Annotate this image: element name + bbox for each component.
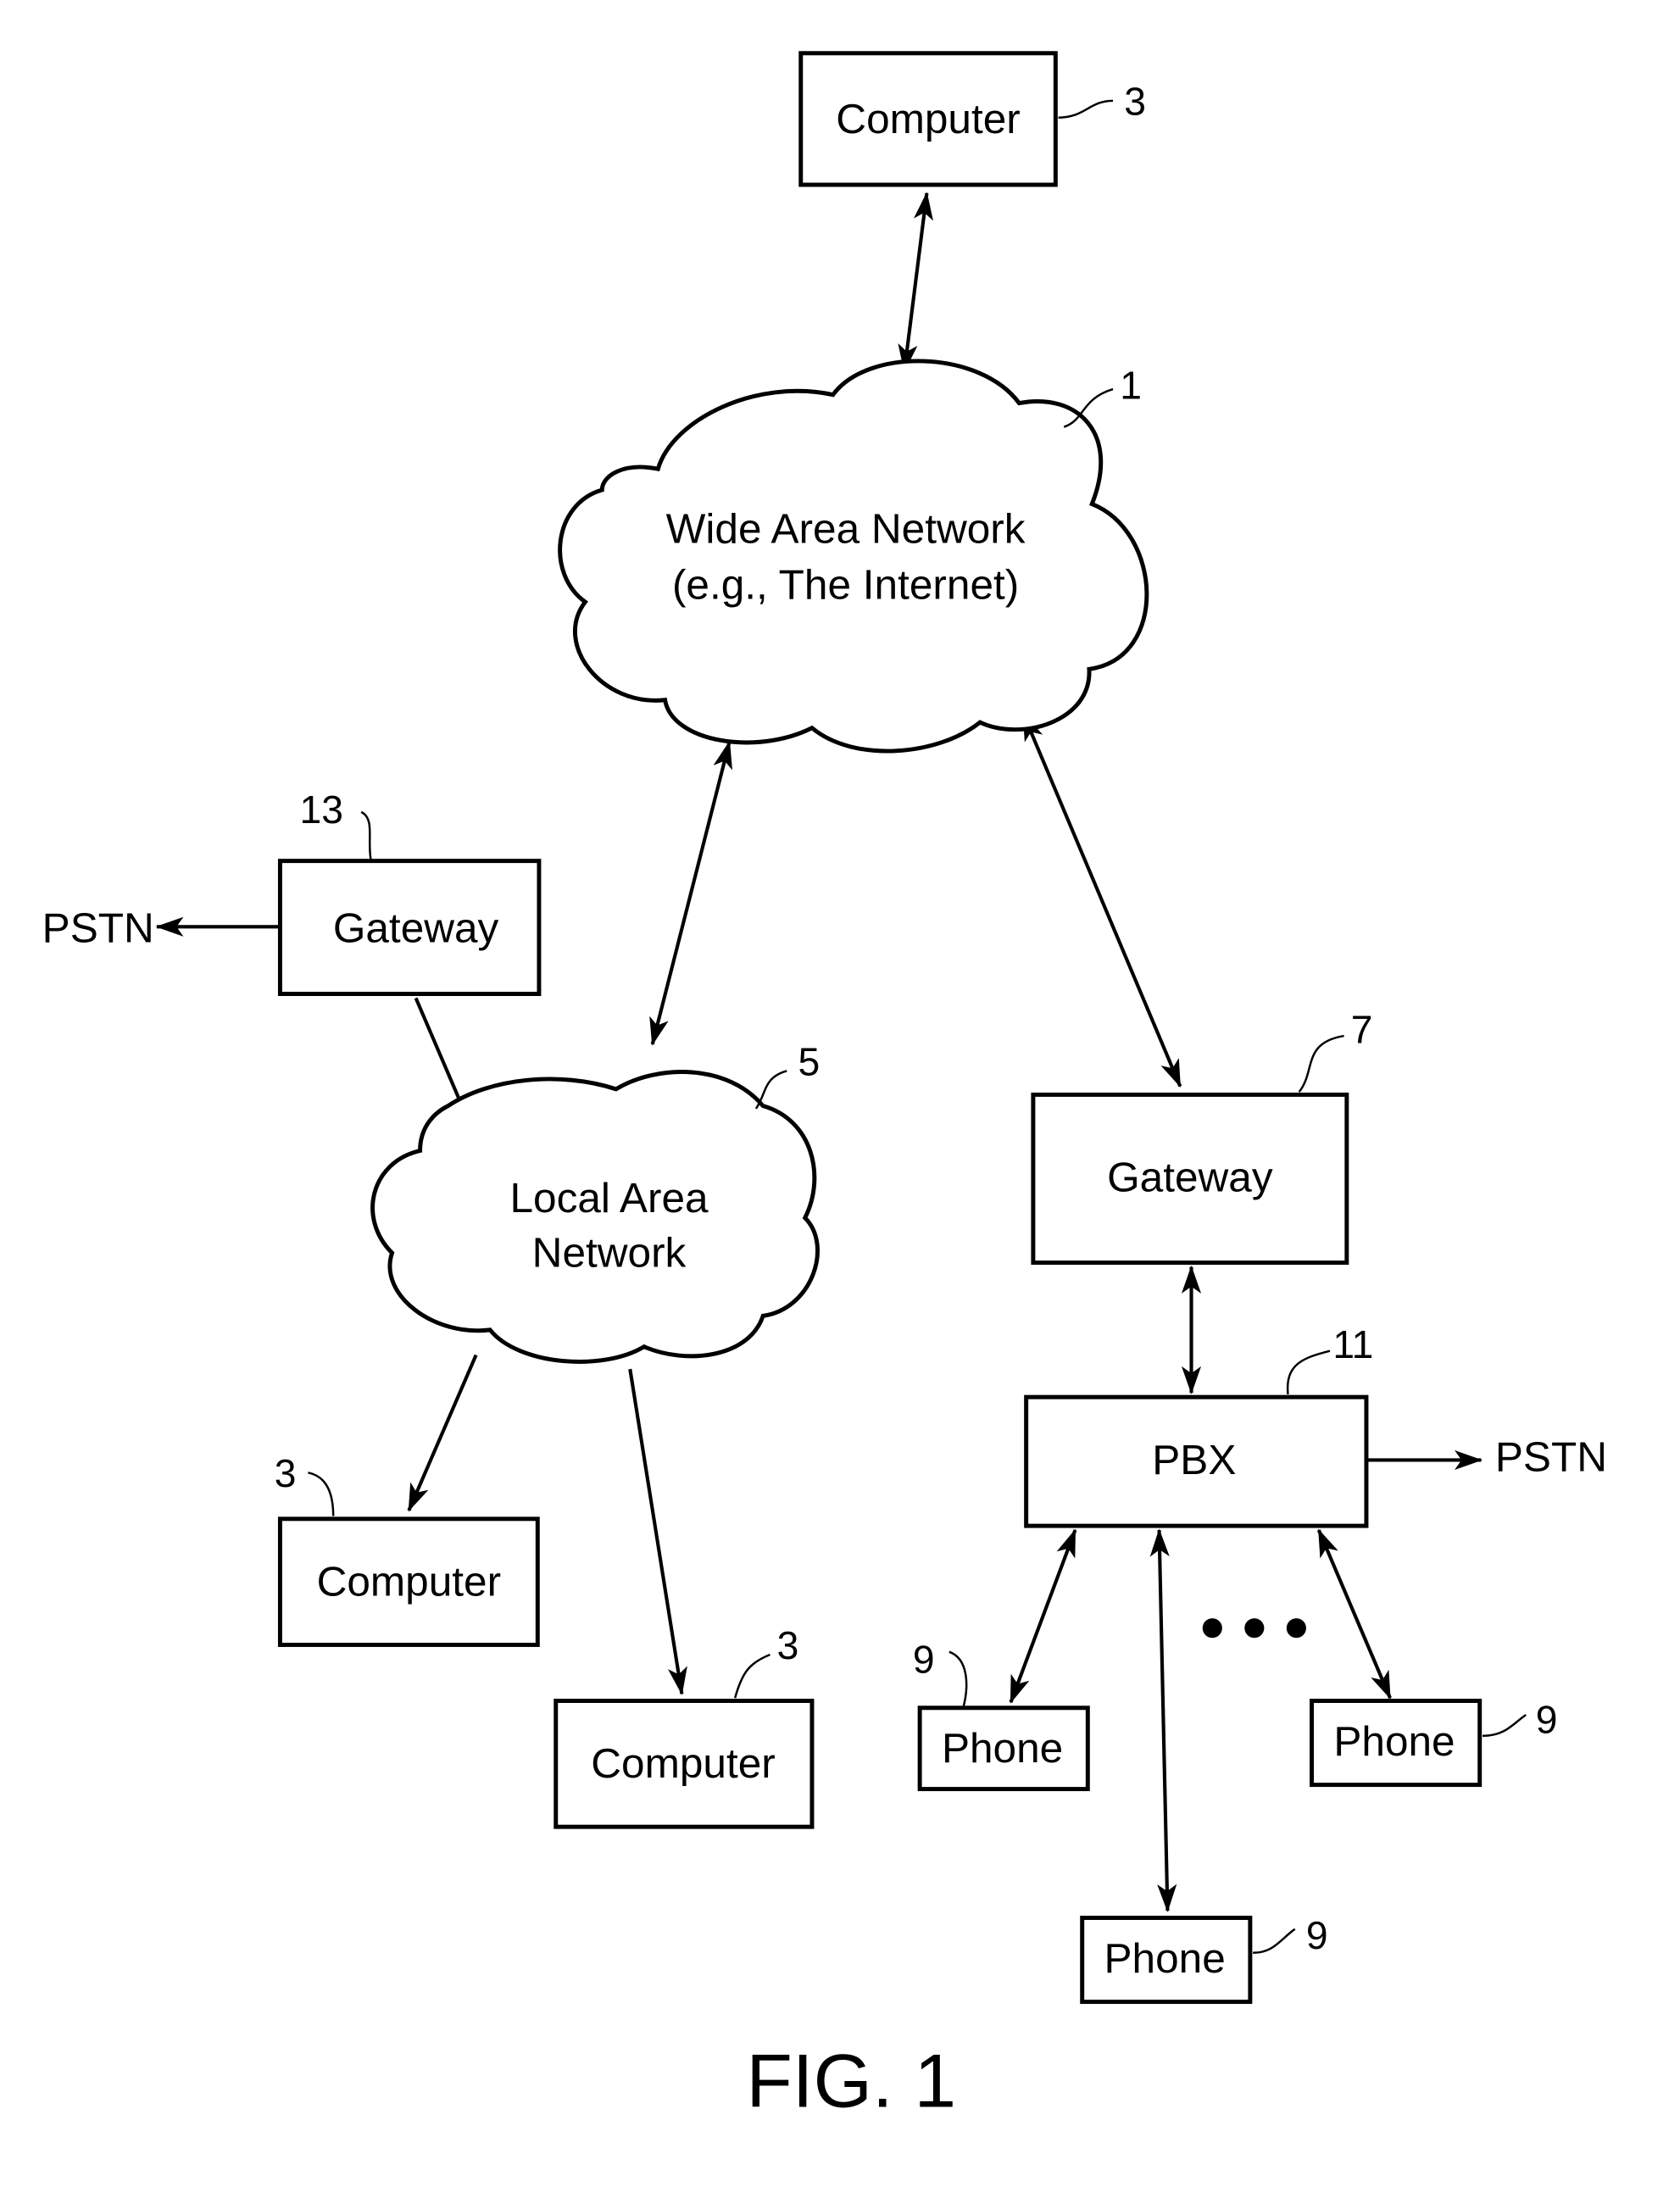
computer-node-top[interactable]: Computer	[798, 51, 1058, 187]
lan-cloud[interactable]: Local Area Network	[370, 1070, 820, 1364]
phone-node-left[interactable]: Phone	[917, 1705, 1090, 1792]
ref-pbx: 11	[1332, 1322, 1373, 1366]
computer-node-left[interactable]: Computer	[277, 1516, 540, 1647]
link-wan-gateway7	[1021, 712, 1182, 1088]
ref-computer-left: 3	[275, 1451, 297, 1495]
pbx-node[interactable]: PBX	[1024, 1394, 1369, 1528]
computer-left-label: Computer	[317, 1559, 501, 1605]
computer-node-bottom[interactable]: Computer	[554, 1699, 815, 1829]
lan-label-line2: Network	[532, 1229, 687, 1276]
ref-lan: 5	[798, 1039, 820, 1083]
ref-gateway-right: 7	[1351, 1007, 1373, 1051]
wan-label-line1: Wide Area Network	[666, 506, 1026, 553]
link-gateway13-lan	[414, 997, 465, 1107]
gateway-left-label: Gateway	[333, 904, 499, 951]
ref-phone-right: 9	[1536, 1698, 1558, 1742]
link-computer-wan	[898, 192, 933, 373]
link-pbx-phone-left	[1009, 1528, 1077, 1704]
phone-node-bottom[interactable]: Phone	[1080, 1916, 1253, 2005]
pbx-label: PBX	[1152, 1437, 1236, 1483]
link-lan-computer-left	[407, 1354, 478, 1512]
gateway-node-left[interactable]: Gateway	[277, 859, 542, 997]
pstn-left-label: PSTN	[42, 904, 154, 951]
ref-gateway-left: 13	[300, 787, 343, 832]
phone-right-label: Phone	[1333, 1718, 1455, 1765]
link-lan-computer-bottom	[628, 1368, 687, 1695]
pstn-right-label: PSTN	[1495, 1434, 1607, 1481]
ref-phone-left: 9	[913, 1637, 935, 1681]
phone-left-label: Phone	[942, 1725, 1063, 1772]
wan-label-line2: (e.g., The Internet)	[672, 562, 1019, 609]
ref-computer-bottom: 3	[777, 1623, 799, 1667]
ref-wan: 1	[1120, 364, 1142, 408]
more-phones-ellipsis	[1202, 1618, 1306, 1639]
link-wan-lan	[649, 740, 732, 1046]
figure-caption: FIG. 1	[746, 2038, 956, 2123]
network-diagram: Computer 3 Wide Area Network (e.g., The …	[42, 51, 1607, 2123]
gateway-node-right[interactable]: Gateway	[1031, 1092, 1349, 1266]
computer-bottom-label: Computer	[591, 1740, 775, 1787]
phone-node-right[interactable]: Phone	[1310, 1699, 1483, 1788]
computer-top-label: Computer	[836, 96, 1020, 142]
link-pbx-phone-bottom	[1149, 1528, 1177, 1912]
wan-cloud[interactable]: Wide Area Network (e.g., The Internet)	[558, 359, 1149, 754]
link-pbx-phone-right	[1316, 1528, 1392, 1700]
phone-bottom-label: Phone	[1104, 1935, 1226, 1982]
ref-computer-top: 3	[1124, 79, 1146, 123]
gateway-right-label: Gateway	[1107, 1154, 1273, 1200]
lan-label-line1: Local Area	[509, 1175, 709, 1221]
ref-phone-bottom: 9	[1306, 1913, 1328, 1957]
